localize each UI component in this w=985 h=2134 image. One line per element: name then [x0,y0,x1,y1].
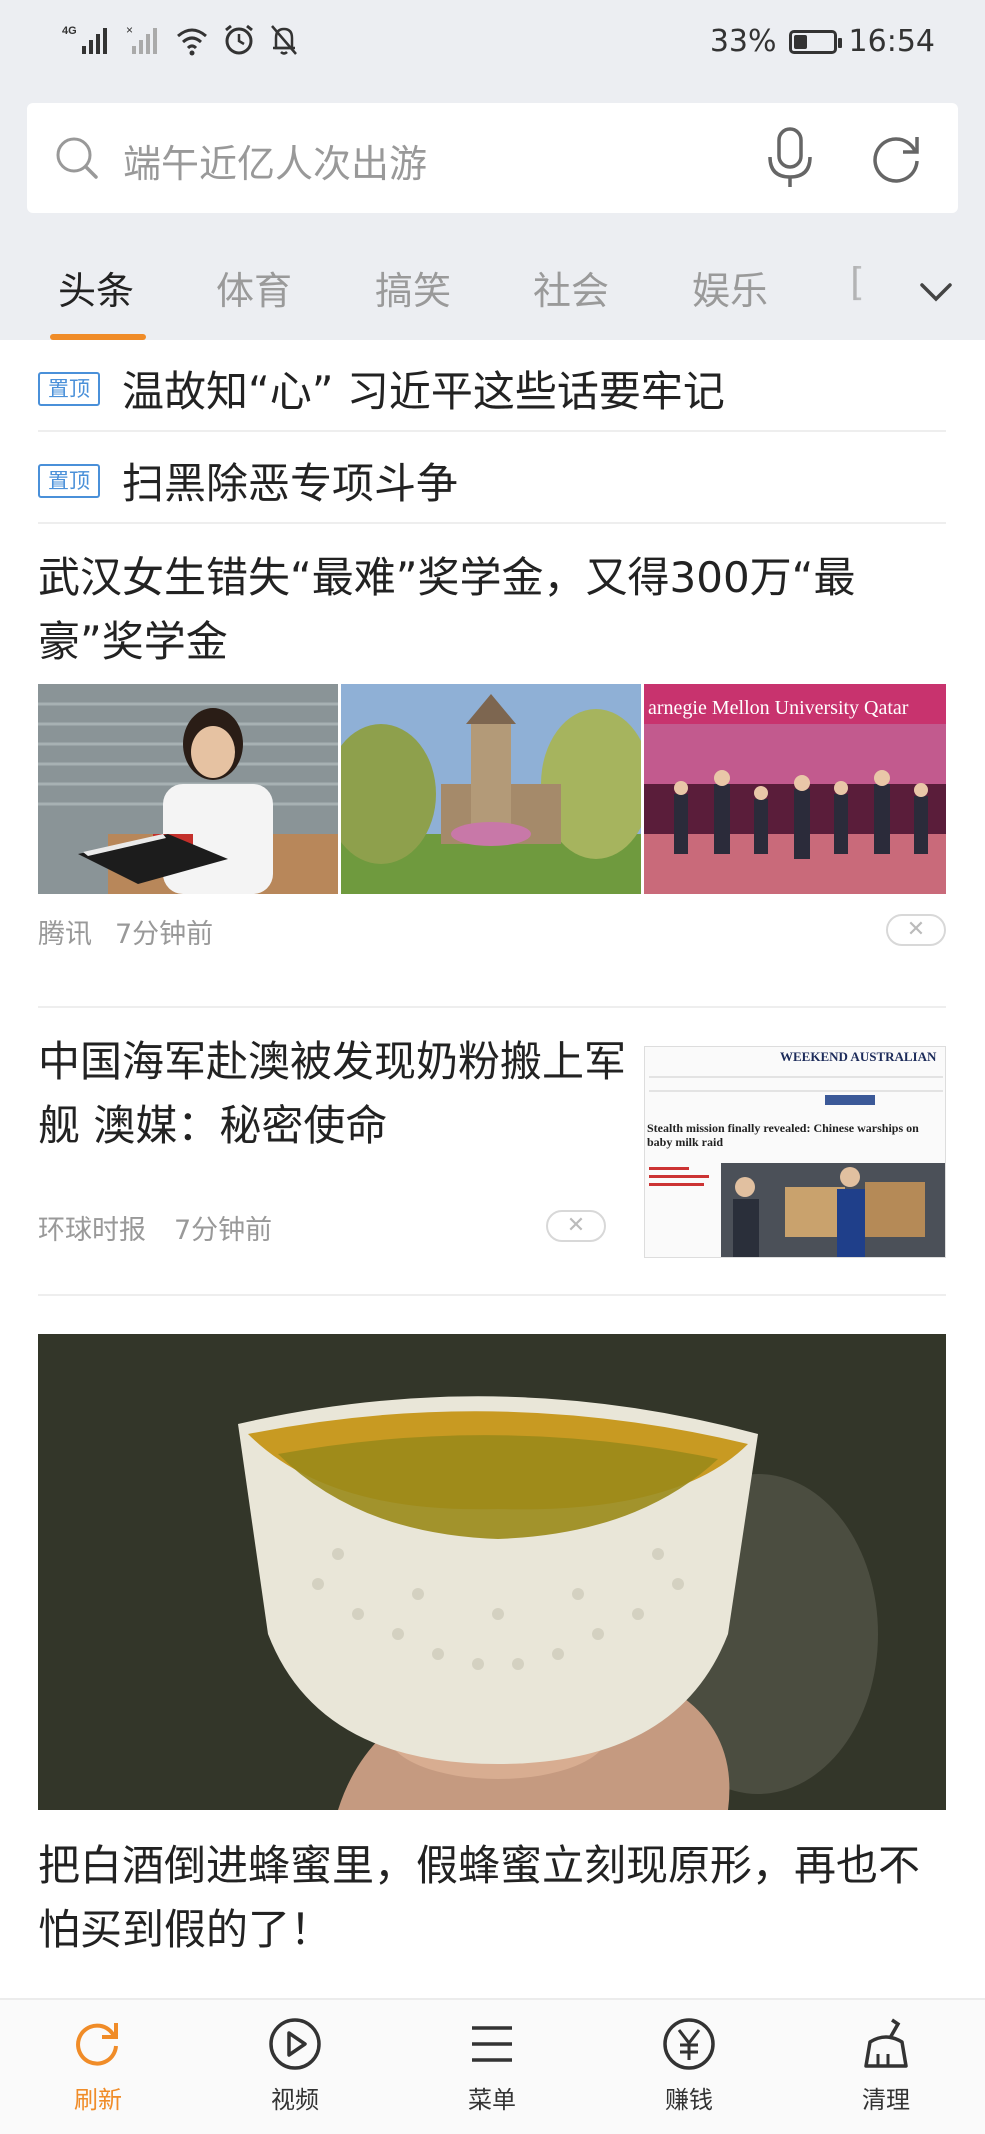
nav-label: 刷新 [74,2086,122,2114]
article-title: 武汉女生错失“最难”奖学金，又得300万“最豪”奖学金 [38,553,856,666]
refresh-icon [76,2023,118,2066]
dismiss-button[interactable]: ✕ [546,1210,606,1242]
article-source: 腾讯 [38,919,92,950]
tab-society[interactable]: 社会 [533,260,609,315]
divider [38,1294,946,1296]
svg-text:×: × [126,23,133,37]
honeycomb-photo [38,1334,946,1810]
campus-photo [341,684,641,894]
pinned-title: 温故知“心” 习近平这些话要牢记 [122,367,725,416]
article-time: 7分钟前 [115,919,214,950]
search-icon [56,137,98,179]
nav-refresh[interactable]: 刷新 [38,2014,158,2115]
chevron-down-icon[interactable] [914,270,958,314]
article-card-navy[interactable]: 中国海军赴澳被发现奶粉搬上军舰 澳媒：秘密使命 环球时报 7分钟前 ✕ WEEK… [0,1008,985,1298]
yuan-icon [663,2018,715,2070]
tab-fade [840,248,910,340]
event-photo: arnegie Mellon University Qatar [644,684,946,894]
refresh-icon[interactable] [865,127,927,189]
nav-label: 视频 [271,2086,319,2114]
dismiss-button[interactable]: ✕ [886,914,946,946]
nav-earn[interactable]: 赚钱 [629,2014,749,2115]
battery-percent: 33% [709,24,777,59]
status-right: 33% 16:54 [710,24,935,59]
pinned-item[interactable]: 置顶 温故知“心” 习近平这些话要牢记 [38,340,946,432]
nav-menu[interactable]: 菜单 [432,2014,552,2115]
nav-label: 赚钱 [665,2086,713,2114]
article-card-scholarship[interactable]: 武汉女生错失“最难”奖学金，又得300万“最豪”奖学金 arnegie Mell… [0,526,985,950]
pinned-title: 扫黑除恶专项斗争 [122,459,459,508]
wifi-icon [177,28,207,56]
tab-sports[interactable]: 体育 [216,260,292,315]
pinned-badge: 置顶 [38,464,100,498]
alarm-icon [225,24,253,55]
nav-label: 菜单 [468,2086,516,2114]
menu-icon [472,2026,512,2062]
image-strip: arnegie Mellon University Qatar [38,684,946,894]
play-icon [269,2018,321,2070]
status-icons: 4G × [62,22,300,58]
signal-x-icon: × [126,23,157,54]
mute-bell-icon [271,25,297,55]
clock: 16:54 [848,24,935,59]
article-time: 7分钟前 [174,1215,273,1246]
event-banner-text: arnegie Mellon University Qatar [648,697,909,719]
search-placeholder: 端午近亿人次出游 [123,142,428,186]
nav-clean[interactable]: 清理 [826,2014,946,2115]
signal-4g-icon: 4G [62,25,107,54]
article-title: 把白酒倒进蜂蜜里，假蜂蜜立刻现原形，再也不怕买到假的了！ [38,1841,921,1954]
newspaper-headline: Stealth mission finally revealed: Chines… [647,1121,919,1149]
nav-video[interactable]: 视频 [235,2014,355,2115]
category-tabs: 头条 体育 搞笑 社会 娱乐 [ [0,248,985,340]
status-bar: 4G × 33% 16:54 [0,0,985,90]
battery-fill [793,34,807,49]
pinned-item[interactable]: 置顶 扫黑除恶专项斗争 [38,432,946,524]
bottom-navigation: 刷新 视频 菜单 赚钱 清理 [0,1998,985,2134]
svg-text:4G: 4G [62,25,77,37]
tab-entertainment[interactable]: 娱乐 [692,260,768,315]
article-source: 环球时报 [38,1215,146,1246]
article-card-honey[interactable]: 把白酒倒进蜂蜜里，假蜂蜜立刻现原形，再也不怕买到假的了！ [0,1334,985,1994]
broom-icon [864,2018,908,2068]
newspaper-masthead: WEEKEND AUSTRALIAN [780,1049,937,1064]
article-title: 中国海军赴澳被发现奶粉搬上军舰 澳媒：秘密使命 [38,1037,627,1150]
nav-label: 清理 [862,2086,910,2114]
tab-headlines[interactable]: 头条 [58,260,134,315]
pinned-badge: 置顶 [38,372,100,406]
newspaper-thumbnail: WEEKEND AUSTRALIAN Stealth mission final… [644,1046,946,1258]
student-photo [38,684,338,894]
search-input[interactable]: 端午近亿人次出游 [27,103,958,213]
mic-icon[interactable] [760,125,820,191]
battery-icon [788,29,842,54]
tab-funny[interactable]: 搞笑 [375,260,451,315]
